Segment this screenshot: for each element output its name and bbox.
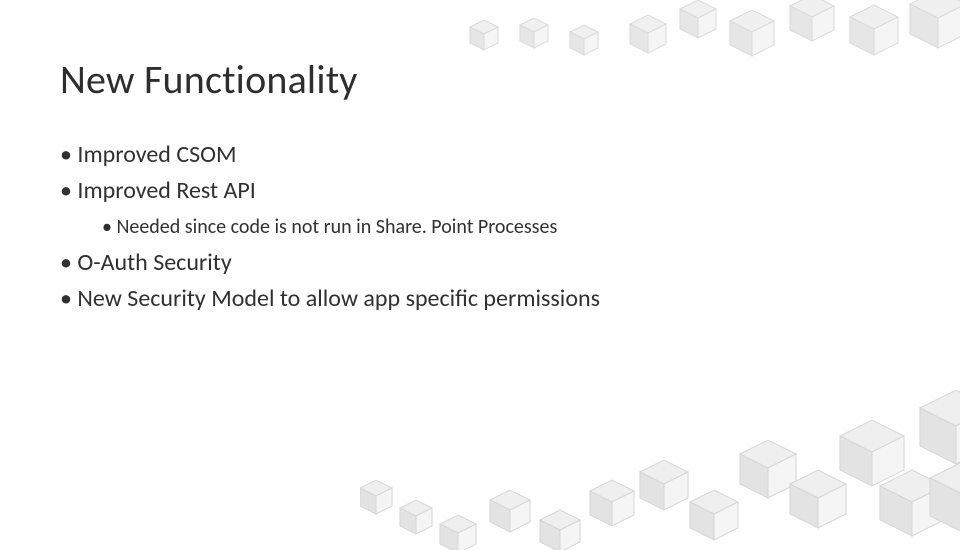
bullet-text: Improved CSOM [77,140,236,169]
bullet-item: O-Auth Security [60,246,900,280]
bullet-list: Improved CSOM Improved Rest API Needed s… [60,138,900,316]
sub-bullet-text: Needed since code is not run in Share. P… [116,215,557,239]
bullet-item: Improved CSOM [60,138,900,172]
bullet-item: Improved Rest API Needed since code is n… [60,174,900,242]
decorative-cubes-bottom [360,360,960,550]
sub-bullet-list: Needed since code is not run in Share. P… [102,212,900,242]
slide: New Functionality Improved CSOM Improved… [0,0,960,540]
slide-content: New Functionality Improved CSOM Improved… [60,55,900,316]
sub-bullet-item: Needed since code is not run in Share. P… [102,212,900,242]
bullet-text: Improved Rest API [77,176,255,205]
bullet-text: O-Auth Security [77,248,231,277]
bullet-item: New Security Model to allow app specific… [60,282,900,316]
bullet-text: New Security Model to allow app specific… [77,284,600,313]
slide-title: New Functionality [60,55,900,104]
